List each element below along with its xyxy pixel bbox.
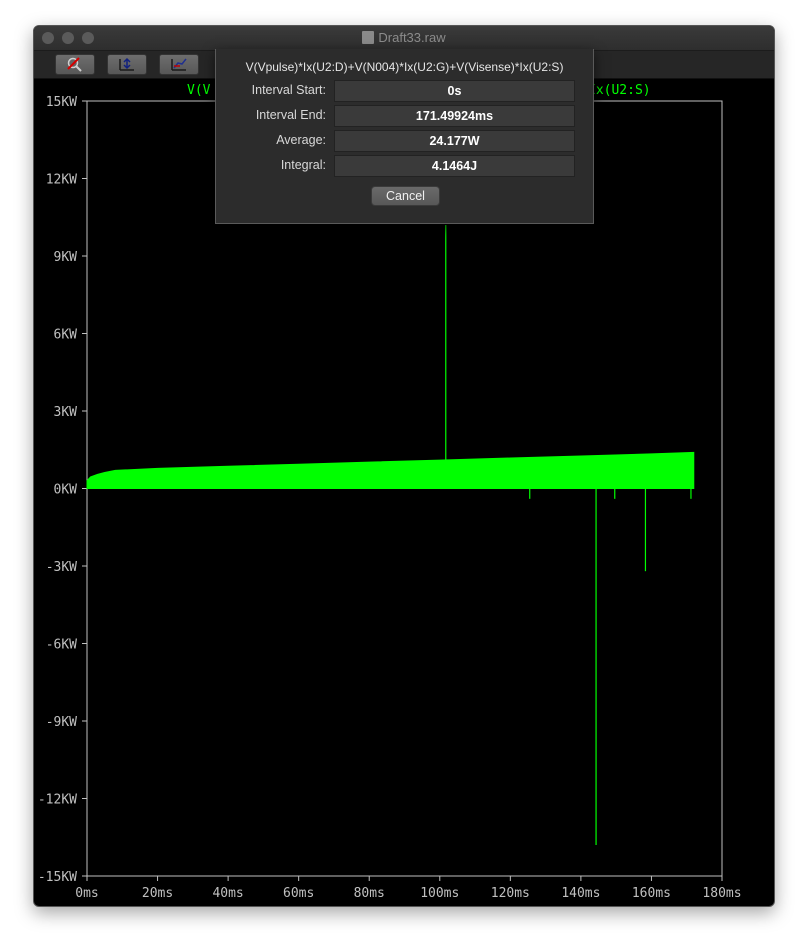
y-tick-label: 3KW — [54, 405, 78, 420]
x-tick-label: 160ms — [632, 886, 671, 901]
trace-label-right[interactable]: Ix(U2:S) — [588, 83, 651, 98]
x-tick-label: 180ms — [702, 886, 741, 901]
y-tick-label: 12KW — [46, 173, 77, 188]
y-tick-label: -6KW — [46, 638, 77, 653]
y-tick-label: -3KW — [46, 560, 77, 575]
interval-end-label: Interval End: — [255, 108, 326, 122]
x-tick-label: 140ms — [561, 886, 600, 901]
integral-value: 4.1464J — [334, 155, 575, 177]
y-tick-label: 0KW — [54, 483, 78, 498]
y-tick-label: 9KW — [54, 250, 78, 265]
waveform-viewer-window: Draft33.raw 0ms 20ms 40ms 60ms 80ms 100m… — [33, 25, 775, 907]
x-tick-label: 0ms — [75, 886, 98, 901]
measurement-dialog: V(Vpulse)*Ix(U2:D)+V(N004)*Ix(U2:G)+V(Vi… — [215, 49, 594, 224]
x-tick-label: 60ms — [283, 886, 314, 901]
interval-start-label: Interval Start: — [251, 83, 326, 97]
y-tick-label: 6KW — [54, 328, 78, 343]
y-tick-label: -15KW — [38, 870, 77, 885]
dialog-title: V(Vpulse)*Ix(U2:D)+V(N004)*Ix(U2:G)+V(Vi… — [245, 60, 564, 74]
x-tick-label: 20ms — [142, 886, 173, 901]
y-tick-label: -9KW — [46, 715, 77, 730]
cancel-button[interactable]: Cancel — [371, 186, 440, 206]
y-tick-label: 15KW — [46, 95, 77, 110]
interval-end-value: 171.49924ms — [334, 105, 575, 127]
x-tick-label: 120ms — [491, 886, 530, 901]
x-tick-label: 40ms — [212, 886, 243, 901]
average-value: 24.177W — [334, 130, 575, 152]
x-tick-label: 80ms — [354, 886, 385, 901]
interval-start-value: 0s — [334, 80, 575, 102]
average-label: Average: — [276, 133, 326, 147]
x-tick-label: 100ms — [420, 886, 459, 901]
y-tick-label: -12KW — [38, 793, 77, 808]
integral-label: Integral: — [280, 158, 326, 172]
trace-label-left[interactable]: V(V — [187, 83, 210, 98]
power-trace-envelope — [86, 451, 695, 489]
